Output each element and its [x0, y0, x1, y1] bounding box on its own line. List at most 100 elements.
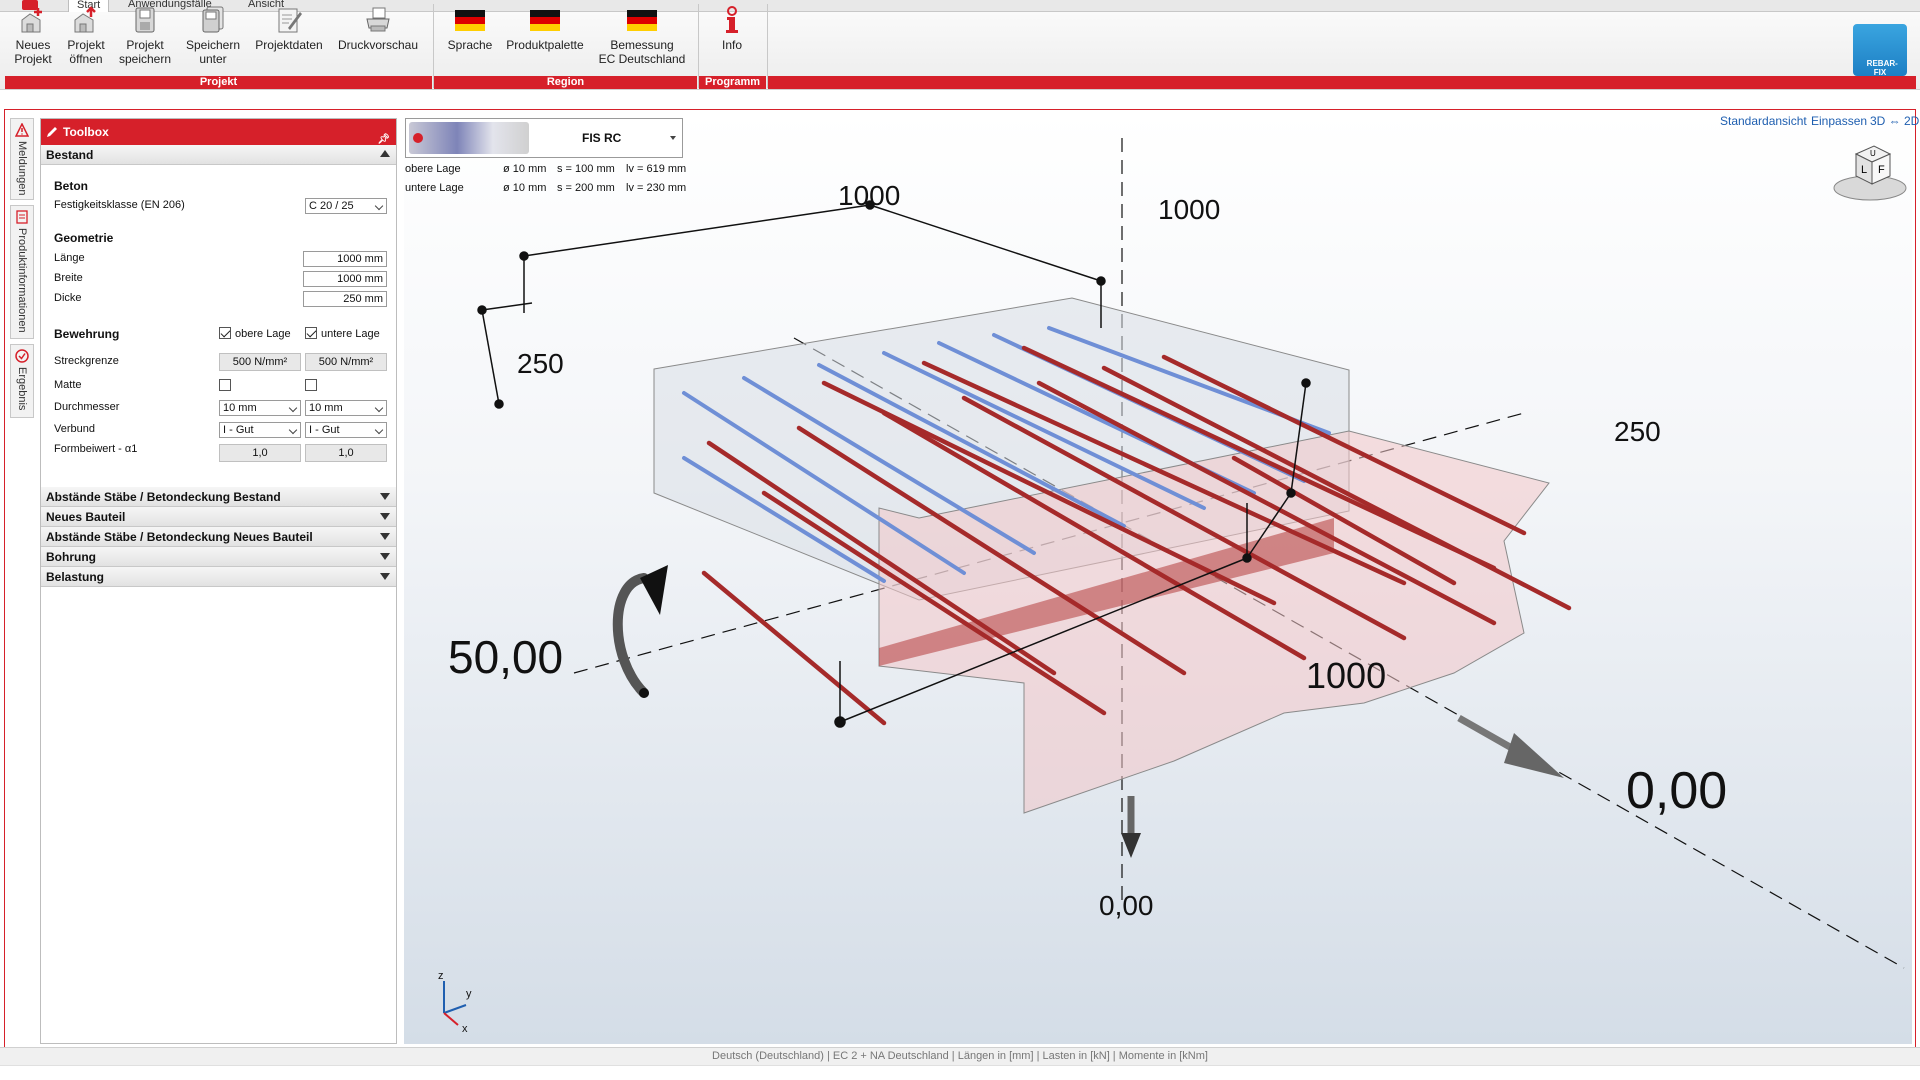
matte-unten-checkbox[interactable]	[305, 379, 317, 391]
german-flag-icon	[627, 10, 657, 31]
save-project-button[interactable]: Projekt speichern	[117, 6, 173, 66]
expand-arrow-icon	[380, 513, 390, 520]
section-belastung[interactable]: Belastung	[41, 567, 396, 587]
floppy-stack-icon	[202, 6, 224, 33]
section-bohrung[interactable]: Bohrung	[41, 547, 396, 567]
matte-label: Matte	[54, 379, 82, 391]
open-project-icon	[74, 6, 96, 33]
festigkeit-select[interactable]: C 20 / 25	[305, 198, 387, 214]
navigation-cube-icon[interactable]: U L F	[1830, 144, 1908, 204]
durchmesser-oben-select[interactable]: 10 mm	[219, 400, 301, 416]
edit-document-icon	[278, 8, 302, 33]
new-project-button[interactable]: Neues Projekt	[10, 6, 56, 66]
streckgrenze-label: Streckgrenze	[54, 355, 119, 367]
new-project-label: Neues Projekt	[14, 38, 52, 66]
durchmesser-unten-select[interactable]: 10 mm	[305, 400, 387, 416]
expand-arrow-icon	[380, 493, 390, 500]
toolbox-title: Toolbox	[63, 125, 109, 139]
layer-untere-spacing: s = 200 mm	[557, 182, 615, 194]
laenge-input[interactable]: 1000 mm	[303, 251, 387, 267]
project-data-button[interactable]: Projektdaten	[252, 6, 326, 52]
section-label: Neues Bauteil	[46, 510, 126, 524]
section-bestand[interactable]: Bestand	[41, 145, 396, 165]
navcube-right-label: F	[1878, 164, 1885, 176]
moment-arrow-icon[interactable]	[612, 565, 668, 698]
fit-view-link[interactable]: Einpassen	[1811, 114, 1867, 128]
section-neues-bauteil[interactable]: Neues Bauteil	[41, 507, 396, 527]
bestand-form: Beton Festigkeitsklasse (EN 206) C 20 / …	[41, 165, 396, 487]
dicke-input[interactable]: 250 mm	[303, 291, 387, 307]
tab-produktinformationen[interactable]: Produktinformationen	[10, 205, 34, 339]
axis-y-label: y	[466, 988, 472, 1000]
save-as-button[interactable]: Speichern unter	[183, 6, 243, 66]
status-text: Deutsch (Deutschland) | EC 2 + NA Deutsc…	[712, 1050, 1208, 1062]
open-project-button[interactable]: Projekt öffnen	[63, 6, 109, 66]
print-preview-label: Druckvorschau	[337, 38, 419, 52]
formbeiwert-unten-field: 1,0	[305, 444, 387, 462]
group-region: Region	[434, 76, 697, 89]
info-icon	[726, 6, 738, 33]
toolbox-header: Toolbox 📌︎	[41, 119, 396, 145]
collapse-arrow-icon	[380, 150, 390, 157]
printer-icon	[366, 7, 390, 32]
obere-lage-checkbox[interactable]	[219, 327, 231, 339]
3d-scene[interactable]: 1000 1000 250 250 1000 50,00 0,00 0,00 z…	[404, 113, 1912, 1044]
section-label: Abstände Stäbe / Betondeckung Neues Baut…	[46, 530, 313, 544]
document-icon	[16, 210, 28, 224]
product-palette-button[interactable]: Produktpalette	[503, 6, 587, 52]
streckgrenze-oben-field: 500 N/mm²	[219, 353, 301, 371]
geometrie-heading: Geometrie	[54, 231, 114, 245]
dimension-right-height: 250	[1614, 416, 1661, 447]
force-x-arrow-icon[interactable]	[1457, 714, 1564, 778]
dicke-label: Dicke	[54, 292, 82, 304]
tab-meldungen[interactable]: Meldungen	[10, 118, 34, 200]
dimension-top-left: 1000	[838, 180, 900, 211]
group-programm: Programm	[699, 76, 766, 89]
new-project-icon	[21, 8, 42, 33]
standard-view-link[interactable]: Standardansicht	[1720, 114, 1807, 128]
verbund-oben-select[interactable]: I - Gut	[219, 422, 301, 438]
verbund-unten-select[interactable]: I - Gut	[305, 422, 387, 438]
design-code-button[interactable]: Bemessung EC Deutschland	[597, 6, 687, 66]
tab-ergebnis[interactable]: Ergebnis	[10, 344, 34, 418]
force-z-arrow-icon[interactable]	[1121, 796, 1141, 858]
layer-obere-label: obere Lage	[405, 163, 461, 175]
verbund-label: Verbund	[54, 423, 95, 435]
product-cartridge-image	[409, 122, 529, 154]
navcube-top-label: U	[1870, 149, 1876, 158]
dimension-front: 1000	[1306, 655, 1386, 696]
untere-lage-label: untere Lage	[321, 328, 380, 340]
section-abstaende-neues-bauteil[interactable]: Abstände Stäbe / Betondeckung Neues Baut…	[41, 527, 396, 547]
section-abstaende-bestand[interactable]: Abstände Stäbe / Betondeckung Bestand	[41, 487, 396, 507]
product-palette-label: Produktpalette	[506, 38, 584, 52]
durchmesser-label: Durchmesser	[54, 401, 120, 413]
toggle-3d-2d-link[interactable]: 3D ⇔ 2D	[1870, 114, 1919, 128]
section-label: Belastung	[46, 570, 105, 584]
design-code-label: Bemessung EC Deutschland	[598, 38, 686, 66]
info-button[interactable]: Info	[712, 6, 752, 52]
axis-z-label: z	[438, 970, 444, 982]
group-projekt: Projekt	[5, 76, 432, 89]
save-as-label: Speichern unter	[185, 38, 241, 66]
expand-arrow-icon	[380, 533, 390, 540]
layer-obere-length: lv = 619 mm	[626, 163, 687, 175]
language-button[interactable]: Sprache	[445, 6, 495, 52]
breite-input[interactable]: 1000 mm	[303, 271, 387, 287]
product-selector[interactable]: FIS RC	[405, 118, 683, 158]
festigkeit-label: Festigkeitsklasse (EN 206)	[54, 199, 185, 211]
formbeiwert-label: Formbeiwert - α1	[54, 443, 138, 455]
taskbar-strip	[0, 1065, 1920, 1080]
save-project-label: Projekt speichern	[118, 38, 172, 66]
project-data-label: Projektdaten	[255, 38, 323, 52]
axis-triad	[443, 981, 467, 1026]
german-flag-icon	[455, 10, 485, 31]
force-z-value: 0,00	[1099, 890, 1154, 921]
rebar-fix-logo-text: REBAR- FIX	[1866, 59, 1898, 77]
section-label: Bohrung	[46, 550, 96, 564]
print-preview-button[interactable]: Druckvorschau	[336, 6, 420, 52]
layer-untere-label: untere Lage	[405, 182, 464, 194]
matte-oben-checkbox[interactable]	[219, 379, 231, 391]
section-label: Abstände Stäbe / Betondeckung Bestand	[46, 490, 281, 504]
moment-value: 50,00	[448, 631, 563, 683]
untere-lage-checkbox[interactable]	[305, 327, 317, 339]
